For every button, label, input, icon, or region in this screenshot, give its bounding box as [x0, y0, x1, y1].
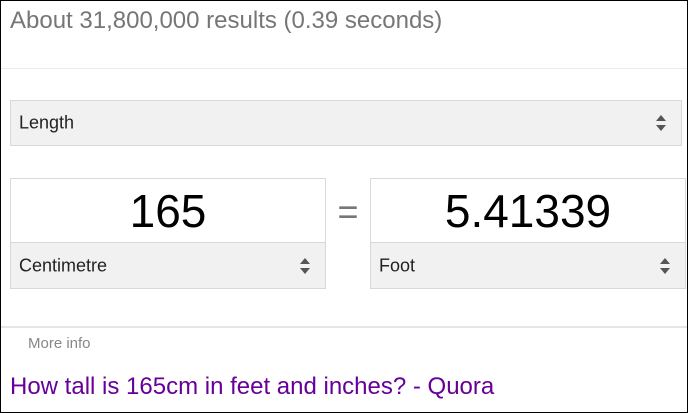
from-converter: 165 Centimetre	[10, 178, 326, 289]
from-unit-label: Centimetre	[19, 255, 108, 275]
unit-type-select[interactable]: Length	[10, 100, 682, 146]
to-converter: 5.41339 Foot	[370, 178, 686, 289]
equals-sign: =	[337, 191, 359, 232]
from-value-input[interactable]: 165	[11, 179, 325, 243]
divider	[1, 326, 687, 328]
results-stats: About 31,800,000 results (0.39 seconds)	[10, 7, 443, 34]
up-down-arrows-icon	[656, 115, 666, 131]
unit-converter-card: About 31,800,000 results (0.39 seconds) …	[0, 0, 688, 413]
up-down-arrows-icon	[300, 257, 310, 274]
to-unit-select[interactable]: Foot	[371, 242, 685, 288]
up-down-arrows-icon	[660, 257, 670, 274]
result-title-link[interactable]: How tall is 165cm in feet and inches? - …	[10, 373, 494, 401]
to-value-input[interactable]: 5.41339	[371, 179, 685, 243]
from-unit-select[interactable]: Centimetre	[11, 242, 325, 288]
divider	[1, 68, 687, 69]
to-unit-label: Foot	[379, 255, 416, 275]
unit-type-label: Length	[19, 112, 75, 133]
more-info-link[interactable]: More info	[28, 335, 91, 352]
